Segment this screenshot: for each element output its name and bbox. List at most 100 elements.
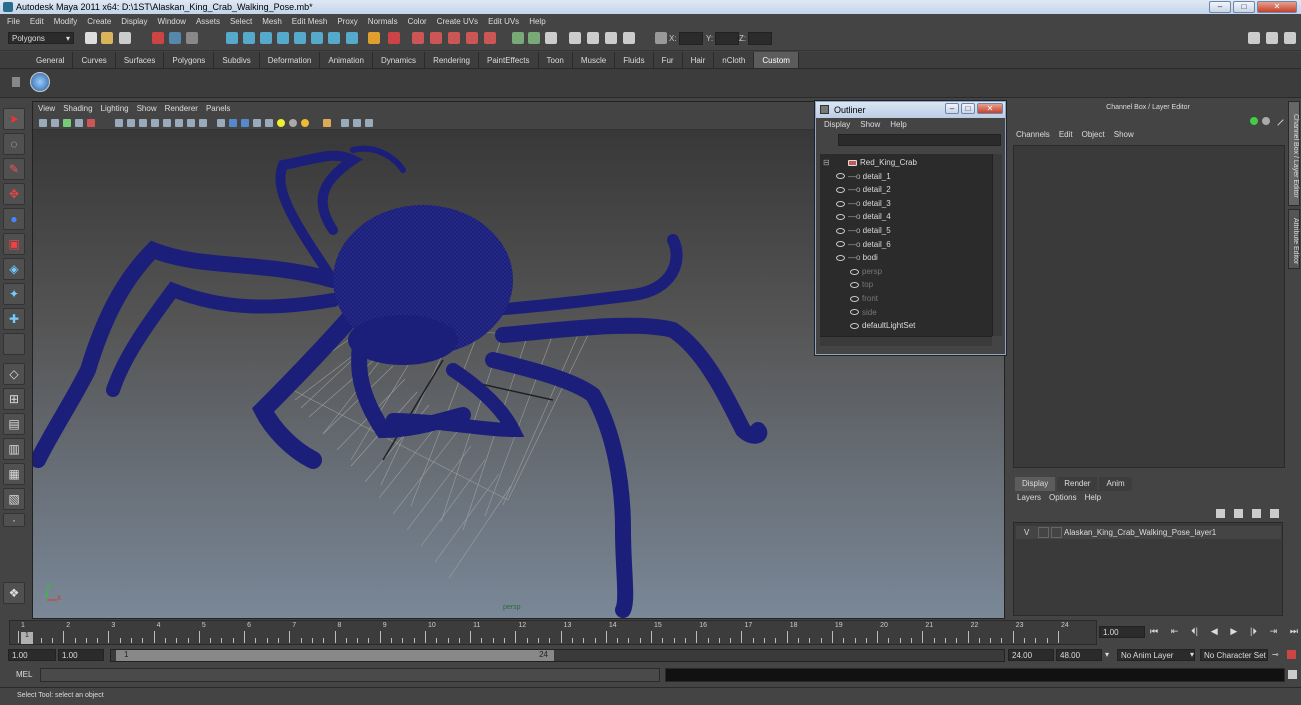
shelf-tab-ncloth[interactable]: nCloth (714, 52, 755, 68)
play-backwards-icon[interactable]: ◀ (1211, 626, 1218, 640)
snap-point-icon[interactable] (448, 32, 460, 44)
menu-edit-uvs[interactable]: Edit UVs (488, 14, 519, 29)
shelf-tab-painteffects[interactable]: PaintEffects (479, 52, 539, 68)
anim-layer-dropdown[interactable]: No Anim Layer (1117, 649, 1195, 661)
snap-view-plane-icon[interactable] (466, 32, 478, 44)
menu-file[interactable]: File (7, 14, 20, 29)
tab-channel-box-layer-editor[interactable]: Channel Box / Layer Editor (1288, 101, 1300, 206)
time-slider[interactable]: 1 2 3 4 5 6 7 8 9 10 11 12 13 14 15 16 17 18 19 20 21 22 23 24 1 (9, 620, 1097, 645)
channel-box-menu-object[interactable]: Object (1082, 130, 1105, 139)
layer-menu-help[interactable]: Help (1085, 491, 1101, 505)
character-set-dropdown[interactable]: No Character Set (1200, 649, 1268, 661)
menu-assets[interactable]: Assets (196, 14, 220, 29)
channel-box-menu-channels[interactable]: Channels (1016, 130, 1050, 139)
range-slider[interactable]: 1 24 (110, 649, 1005, 662)
paint-select-tool-icon[interactable]: ✎ (3, 158, 25, 180)
menu-mesh[interactable]: Mesh (262, 14, 282, 29)
select-camera-icon[interactable] (39, 119, 47, 127)
show-manipulator-icon[interactable]: ✚ (3, 308, 25, 330)
shaded-wireframe-icon[interactable] (241, 119, 249, 127)
channel-box-menu-edit[interactable]: Edit (1059, 130, 1073, 139)
viewport-menu-panels[interactable]: Panels (206, 102, 230, 116)
rotate-tool-icon[interactable]: ● (3, 208, 25, 230)
tab-attribute-editor[interactable]: Attribute Editor (1288, 209, 1300, 269)
range-slider-handle[interactable]: 1 24 (116, 650, 554, 661)
outliner-horizontal-scrollbar[interactable] (820, 336, 992, 346)
textures-icon[interactable] (253, 119, 261, 127)
shadows-icon[interactable] (277, 119, 285, 127)
safe-action-icon[interactable] (175, 119, 183, 127)
scale-tool-icon[interactable]: ▣ (3, 233, 25, 255)
minimize-button[interactable]: – (1209, 1, 1231, 13)
layer-color-swatch[interactable] (1051, 527, 1062, 538)
persp-outliner-layout-icon[interactable]: ▤ (3, 413, 25, 435)
menu-select[interactable]: Select (230, 14, 252, 29)
go-to-end-icon[interactable]: ⏭ (1290, 626, 1298, 640)
layer-tab-render[interactable]: Render (1057, 477, 1098, 491)
character-set-chevron-icon[interactable]: ▾ (1190, 650, 1194, 659)
layer-menu-options[interactable]: Options (1049, 491, 1077, 505)
mel-label[interactable]: MEL (16, 670, 32, 679)
select-by-handle-icon[interactable] (226, 32, 238, 44)
outliner-item[interactable]: ⊟ Red_King_Crab (823, 156, 917, 169)
outliner-item[interactable]: front (850, 292, 878, 305)
layer-name[interactable]: Alaskan_King_Crab_Walking_Pose_layer1 (1064, 526, 1216, 539)
menu-edit[interactable]: Edit (30, 14, 44, 29)
menu-edit-mesh[interactable]: Edit Mesh (292, 14, 328, 29)
hypershade-icon[interactable] (623, 32, 635, 44)
outliner-menu-display[interactable]: Display (824, 118, 850, 131)
xray-components-icon[interactable] (365, 119, 373, 127)
wireframe-icon[interactable] (217, 119, 225, 127)
ipr-render-icon[interactable] (587, 32, 599, 44)
persp-graph-layout-icon[interactable]: ▥ (3, 438, 25, 460)
open-scene-icon[interactable] (101, 32, 113, 44)
soft-modification-icon[interactable]: ✦ (3, 283, 25, 305)
shelf-options-icon[interactable] (12, 77, 20, 87)
custom-shelf-button-icon[interactable] (30, 72, 50, 92)
universal-manipulator-icon[interactable]: ◈ (3, 258, 25, 280)
step-back-key-icon[interactable]: ⇤ (1171, 626, 1179, 640)
expand-toggle-icon[interactable]: ⊟ (823, 156, 830, 169)
viewport-menu-view[interactable]: View (38, 102, 55, 116)
select-object-icon[interactable] (169, 32, 181, 44)
channel-box-slider-icon[interactable] (1272, 114, 1284, 126)
playback-start-field[interactable]: 1.00 (58, 649, 104, 661)
outliner-item[interactable]: defaultLightSet (850, 319, 915, 332)
last-tool-icon[interactable] (3, 333, 25, 355)
resolution-gate-icon[interactable] (139, 119, 147, 127)
menu-help[interactable]: Help (529, 14, 545, 29)
shelf-tab-custom[interactable]: Custom (754, 52, 799, 68)
history-icon[interactable] (512, 32, 524, 44)
go-to-start-icon[interactable]: ⏮ (1150, 626, 1158, 640)
step-forward-frame-icon[interactable]: |⏵ (1250, 626, 1257, 640)
input-transform-icon[interactable] (655, 32, 667, 44)
current-frame-field[interactable]: 1.00 (1099, 626, 1145, 638)
auto-key-icon[interactable]: ⊸ (1272, 650, 1279, 659)
shelf-tab-fur[interactable]: Fur (654, 52, 683, 68)
layer-list[interactable]: V Alaskan_King_Crab_Walking_Pose_layer1 (1013, 522, 1283, 616)
menu-create-uvs[interactable]: Create UVs (437, 14, 478, 29)
step-back-frame-icon[interactable]: ⏴| (1191, 626, 1198, 640)
layer-visibility-toggle[interactable]: V (1024, 526, 1029, 539)
x-coordinate-field[interactable] (679, 32, 703, 45)
menu-create[interactable]: Create (87, 14, 111, 29)
outliner-titlebar[interactable]: Outliner – □ ✕ (816, 102, 1005, 118)
menu-modify[interactable]: Modify (54, 14, 78, 29)
select-by-deformer-icon[interactable] (294, 32, 306, 44)
layer-row[interactable]: V Alaskan_King_Crab_Walking_Pose_layer1 (1016, 526, 1281, 539)
render-current-frame-icon[interactable] (545, 32, 557, 44)
animation-start-field[interactable]: 1.00 (8, 649, 56, 661)
shelf-tab-muscle[interactable]: Muscle (573, 52, 616, 68)
outliner-item[interactable]: —o detail_4 (836, 210, 891, 223)
animation-end-field[interactable]: 48.00 (1056, 649, 1102, 661)
new-layer-icon[interactable] (1252, 509, 1261, 518)
viewport-menu-lighting[interactable]: Lighting (101, 102, 129, 116)
channel-box-menu-show[interactable]: Show (1114, 130, 1134, 139)
outliner-item[interactable]: —o detail_1 (836, 170, 891, 183)
show-channel-box-icon[interactable] (1248, 32, 1260, 44)
outliner-item[interactable]: —o bodi (836, 251, 878, 264)
menu-proxy[interactable]: Proxy (337, 14, 357, 29)
camera-attributes-icon[interactable] (51, 119, 59, 127)
textured-icon[interactable] (199, 119, 207, 127)
menu-normals[interactable]: Normals (368, 14, 398, 29)
